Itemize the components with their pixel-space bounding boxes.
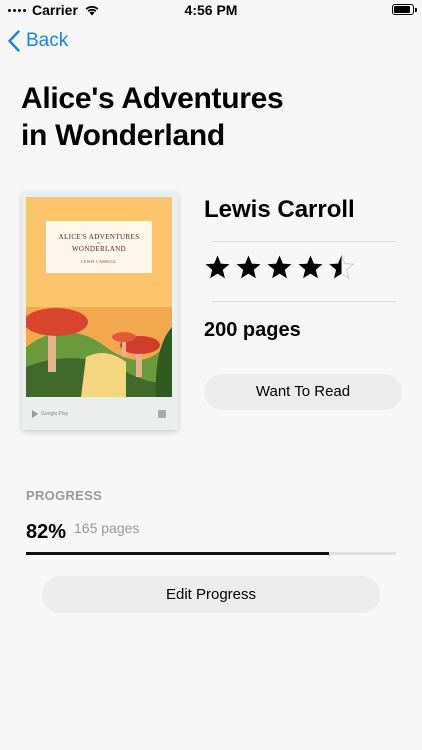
cover-illustration: ALICE'S ADVENTURES IN WONDERLAND LEWIS C…	[26, 197, 172, 397]
page-count: 200 pages	[204, 319, 301, 341]
star-full-icon	[267, 255, 292, 279]
publisher-label: Google Play	[41, 411, 69, 417]
battery-level	[394, 6, 410, 13]
book-icon	[158, 410, 166, 418]
edit-progress-button[interactable]: Edit Progress	[42, 576, 380, 613]
star-full-icon	[298, 255, 323, 279]
status-time: 4:56 PM	[184, 2, 238, 18]
progress-pages: 165 pages	[74, 520, 140, 536]
book-title: Alice's Adventures in Wonderland	[21, 82, 284, 152]
star-full-icon	[236, 255, 261, 279]
cover-title-line1: ALICE'S ADVENTURES	[58, 233, 140, 241]
back-button[interactable]: Back	[8, 30, 68, 52]
cover-author: LEWIS CARROLL	[81, 259, 117, 264]
google-play-badge: Google Play	[32, 410, 68, 418]
star-rating	[204, 254, 355, 281]
battery-icon	[392, 4, 417, 15]
progress-bar-fill	[26, 552, 330, 555]
divider	[212, 301, 396, 302]
play-icon	[32, 410, 38, 418]
star-full-icon	[205, 255, 230, 279]
author-name: Lewis Carroll	[204, 196, 355, 223]
progress-percent: 82%	[26, 521, 67, 543]
want-to-read-button[interactable]: Want To Read	[204, 374, 402, 410]
divider	[212, 241, 396, 242]
status-bar: Carrier 4:56 PM	[0, 0, 422, 22]
chevron-left-icon	[8, 30, 20, 52]
book-cover[interactable]: ALICE'S ADVENTURES IN WONDERLAND LEWIS C…	[22, 192, 178, 430]
progress-heading: PROGRESS	[26, 488, 103, 503]
star-half-icon	[328, 254, 355, 280]
cover-footer: Google Play	[26, 402, 172, 426]
cover-title-plate: ALICE'S ADVENTURES IN WONDERLAND LEWIS C…	[46, 221, 152, 273]
back-label: Back	[26, 30, 69, 51]
progress-bar	[26, 552, 396, 555]
cover-title-line3: WONDERLAND	[71, 245, 127, 253]
